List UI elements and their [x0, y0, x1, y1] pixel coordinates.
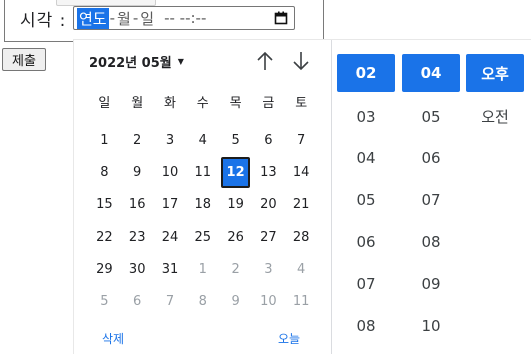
- day-cell[interactable]: 3: [252, 253, 285, 285]
- minute-column: 04 05 06 07 08 09 10: [402, 54, 460, 347]
- day-cell[interactable]: 14: [285, 156, 318, 188]
- day-segment[interactable]: 일: [139, 8, 155, 29]
- day-cell[interactable]: 30: [121, 253, 154, 285]
- day-cell[interactable]: 28: [285, 221, 318, 253]
- month-segment[interactable]: 월: [116, 8, 132, 29]
- day-cell[interactable]: 24: [154, 221, 187, 253]
- weekday-label: 화: [164, 96, 176, 111]
- ampm-column: 오후오전: [466, 54, 524, 138]
- day-cell[interactable]: 10: [154, 156, 187, 188]
- day-cell[interactable]: 5: [219, 124, 252, 156]
- field-label: 시각 :: [20, 11, 67, 31]
- day-cell[interactable]: 2: [219, 253, 252, 285]
- day-cell[interactable]: 8: [88, 156, 121, 188]
- submit-button[interactable]: 제출: [2, 48, 46, 71]
- ampm-option[interactable]: 오후: [466, 54, 524, 92]
- day-cell[interactable]: 5: [88, 285, 121, 317]
- hour-option[interactable]: 04: [337, 138, 395, 180]
- weekday-header: 일월화수목금토: [88, 92, 318, 111]
- ampm-option[interactable]: 오전: [466, 96, 524, 138]
- minute-option[interactable]: 09: [402, 263, 460, 305]
- day-cell[interactable]: 1: [88, 124, 121, 156]
- separator: -: [109, 9, 116, 27]
- datetime-input[interactable]: 연도 - 월 - 일 -- --:--: [73, 6, 295, 30]
- today-button[interactable]: 오늘: [278, 330, 300, 347]
- clear-button[interactable]: 삭제: [102, 330, 124, 347]
- hour-column: 02 03 04 05 06 07 08: [337, 54, 395, 347]
- day-cell[interactable]: 29: [88, 253, 121, 285]
- day-cell[interactable]: 26: [219, 221, 252, 253]
- day-cell[interactable]: 7: [285, 124, 318, 156]
- day-cell[interactable]: 6: [252, 124, 285, 156]
- arrow-up-icon[interactable]: [254, 50, 276, 72]
- day-cell[interactable]: 1: [186, 253, 219, 285]
- day-cell[interactable]: 8: [186, 285, 219, 317]
- hour-option[interactable]: 03: [337, 96, 395, 138]
- hour-option[interactable]: 02: [337, 54, 395, 92]
- days-grid: 1 2 3 4 5 6 7 8 9 10 11 12 13 14 15 16 17 18 19 20 21 22 23 24 2…: [88, 124, 318, 318]
- form-row: 시각 : 연도 - 월 - 일 -- --:--: [0, 0, 531, 42]
- weekday-label: 토: [295, 96, 308, 111]
- minute-option[interactable]: 07: [402, 179, 460, 221]
- day-cell[interactable]: 18: [186, 189, 219, 221]
- hour-option[interactable]: 07: [337, 263, 395, 305]
- day-cell[interactable]: 22: [88, 221, 121, 253]
- day-cell[interactable]: 11: [285, 285, 318, 317]
- month-year-selector[interactable]: 2022년 05월 ▼: [89, 52, 184, 71]
- calendar-footer: 삭제 오늘: [74, 326, 331, 354]
- minute-option[interactable]: 05: [402, 96, 460, 138]
- day-cell[interactable]: 11: [186, 156, 219, 188]
- day-cell[interactable]: 7: [154, 285, 187, 317]
- day-cell[interactable]: 23: [121, 221, 154, 253]
- day-cell[interactable]: 19: [219, 189, 252, 221]
- separator: -: [132, 9, 139, 27]
- hour-option[interactable]: 06: [337, 221, 395, 263]
- day-cell[interactable]: 13: [252, 156, 285, 188]
- weekday-label: 월: [131, 96, 144, 111]
- day-cell[interactable]: 4: [285, 253, 318, 285]
- day-cell[interactable]: 9: [121, 156, 154, 188]
- weekday-label: 금: [262, 96, 275, 111]
- minute-option[interactable]: 06: [402, 138, 460, 180]
- panel-divider: [331, 40, 332, 354]
- day-cell[interactable]: 17: [154, 189, 187, 221]
- time-segment[interactable]: -- --:--: [163, 9, 207, 27]
- day-cell[interactable]: 3: [154, 124, 187, 156]
- day-cell-selected[interactable]: 12: [221, 157, 250, 188]
- day-cell[interactable]: 10: [252, 285, 285, 317]
- weekday-label: 수: [196, 96, 209, 111]
- day-cell[interactable]: 2: [121, 124, 154, 156]
- minute-option[interactable]: 04: [402, 54, 460, 92]
- day-cell[interactable]: 15: [88, 189, 121, 221]
- caret-down-icon: ▼: [177, 57, 184, 66]
- weekday-label: 목: [229, 96, 242, 111]
- minute-option[interactable]: 08: [402, 221, 460, 263]
- minute-option[interactable]: 10: [402, 305, 460, 347]
- day-cell[interactable]: 20: [252, 189, 285, 221]
- day-cell[interactable]: 9: [219, 285, 252, 317]
- day-cell[interactable]: 27: [252, 221, 285, 253]
- weekday-label: 일: [98, 96, 111, 111]
- datetime-picker-popup: 2022년 05월 ▼ 일월화수목금토 1 2 3 4 5 6 7 8 9 10 11 12 13 14 1…: [74, 40, 531, 354]
- day-cell[interactable]: 31: [154, 253, 187, 285]
- day-cell[interactable]: 6: [121, 285, 154, 317]
- month-year-label: 2022년 05월: [89, 56, 172, 71]
- arrow-down-icon[interactable]: [290, 50, 312, 72]
- day-cell[interactable]: 21: [285, 189, 318, 221]
- calendar-icon[interactable]: [274, 11, 288, 25]
- year-segment[interactable]: 연도: [77, 7, 109, 29]
- hour-option[interactable]: 05: [337, 179, 395, 221]
- calendar-panel: 2022년 05월 ▼ 일월화수목금토 1 2 3 4 5 6 7 8 9 10 11 12 13 14 1…: [74, 40, 331, 354]
- hour-option[interactable]: 08: [337, 305, 395, 347]
- day-cell[interactable]: 4: [186, 124, 219, 156]
- day-cell[interactable]: 25: [186, 221, 219, 253]
- day-cell[interactable]: 16: [121, 189, 154, 221]
